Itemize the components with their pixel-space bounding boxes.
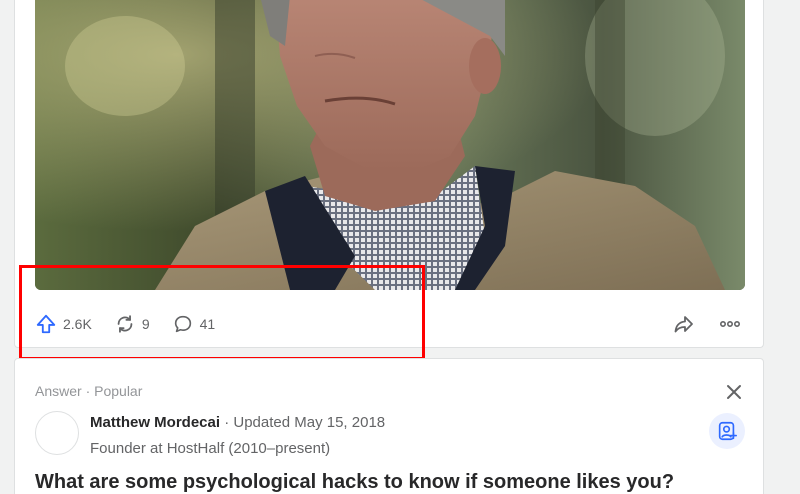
feed-page: 2.6K 9 41 Answer · Popular Matthew Morde…	[0, 0, 800, 494]
follow-person-icon	[718, 421, 737, 441]
comment-count: 41	[199, 316, 216, 332]
more-options-button[interactable]	[715, 309, 745, 339]
comment-icon	[174, 315, 191, 333]
author-credential: Founder at HostHalf (2010–present)	[90, 440, 331, 457]
answer-card: 2.6K 9 41	[14, 0, 764, 348]
author-name[interactable]: Matthew Mordecai	[90, 414, 220, 431]
upvote-arrow-icon	[36, 314, 56, 334]
post-action-bar: 2.6K 9 41	[35, 306, 745, 342]
dismiss-answer-button[interactable]	[719, 377, 749, 407]
author-avatar[interactable]	[35, 411, 79, 455]
reshare-button[interactable]: 9	[114, 313, 150, 335]
updated-date: · Updated May 15, 2018	[220, 414, 386, 431]
next-answer-card: Answer · Popular Matthew Mordecai · Upda…	[14, 358, 764, 494]
reshare-icon	[117, 315, 133, 333]
share-arrow-icon	[674, 316, 693, 333]
share-button[interactable]	[669, 309, 699, 339]
follow-author-button[interactable]	[709, 413, 745, 449]
close-icon	[727, 385, 741, 399]
comment-button[interactable]: 41	[172, 313, 216, 335]
author-line: Matthew Mordecai · Updated May 15, 2018	[90, 414, 385, 431]
answer-type-label: Answer · Popular	[35, 383, 143, 399]
more-dots-icon	[719, 321, 740, 328]
upvote-count: 2.6K	[63, 316, 92, 332]
post-image[interactable]	[35, 0, 745, 290]
reshare-count: 9	[141, 316, 150, 332]
question-title[interactable]: What are some psychological hacks to kno…	[35, 471, 674, 494]
upvote-button[interactable]: 2.6K	[35, 313, 92, 335]
